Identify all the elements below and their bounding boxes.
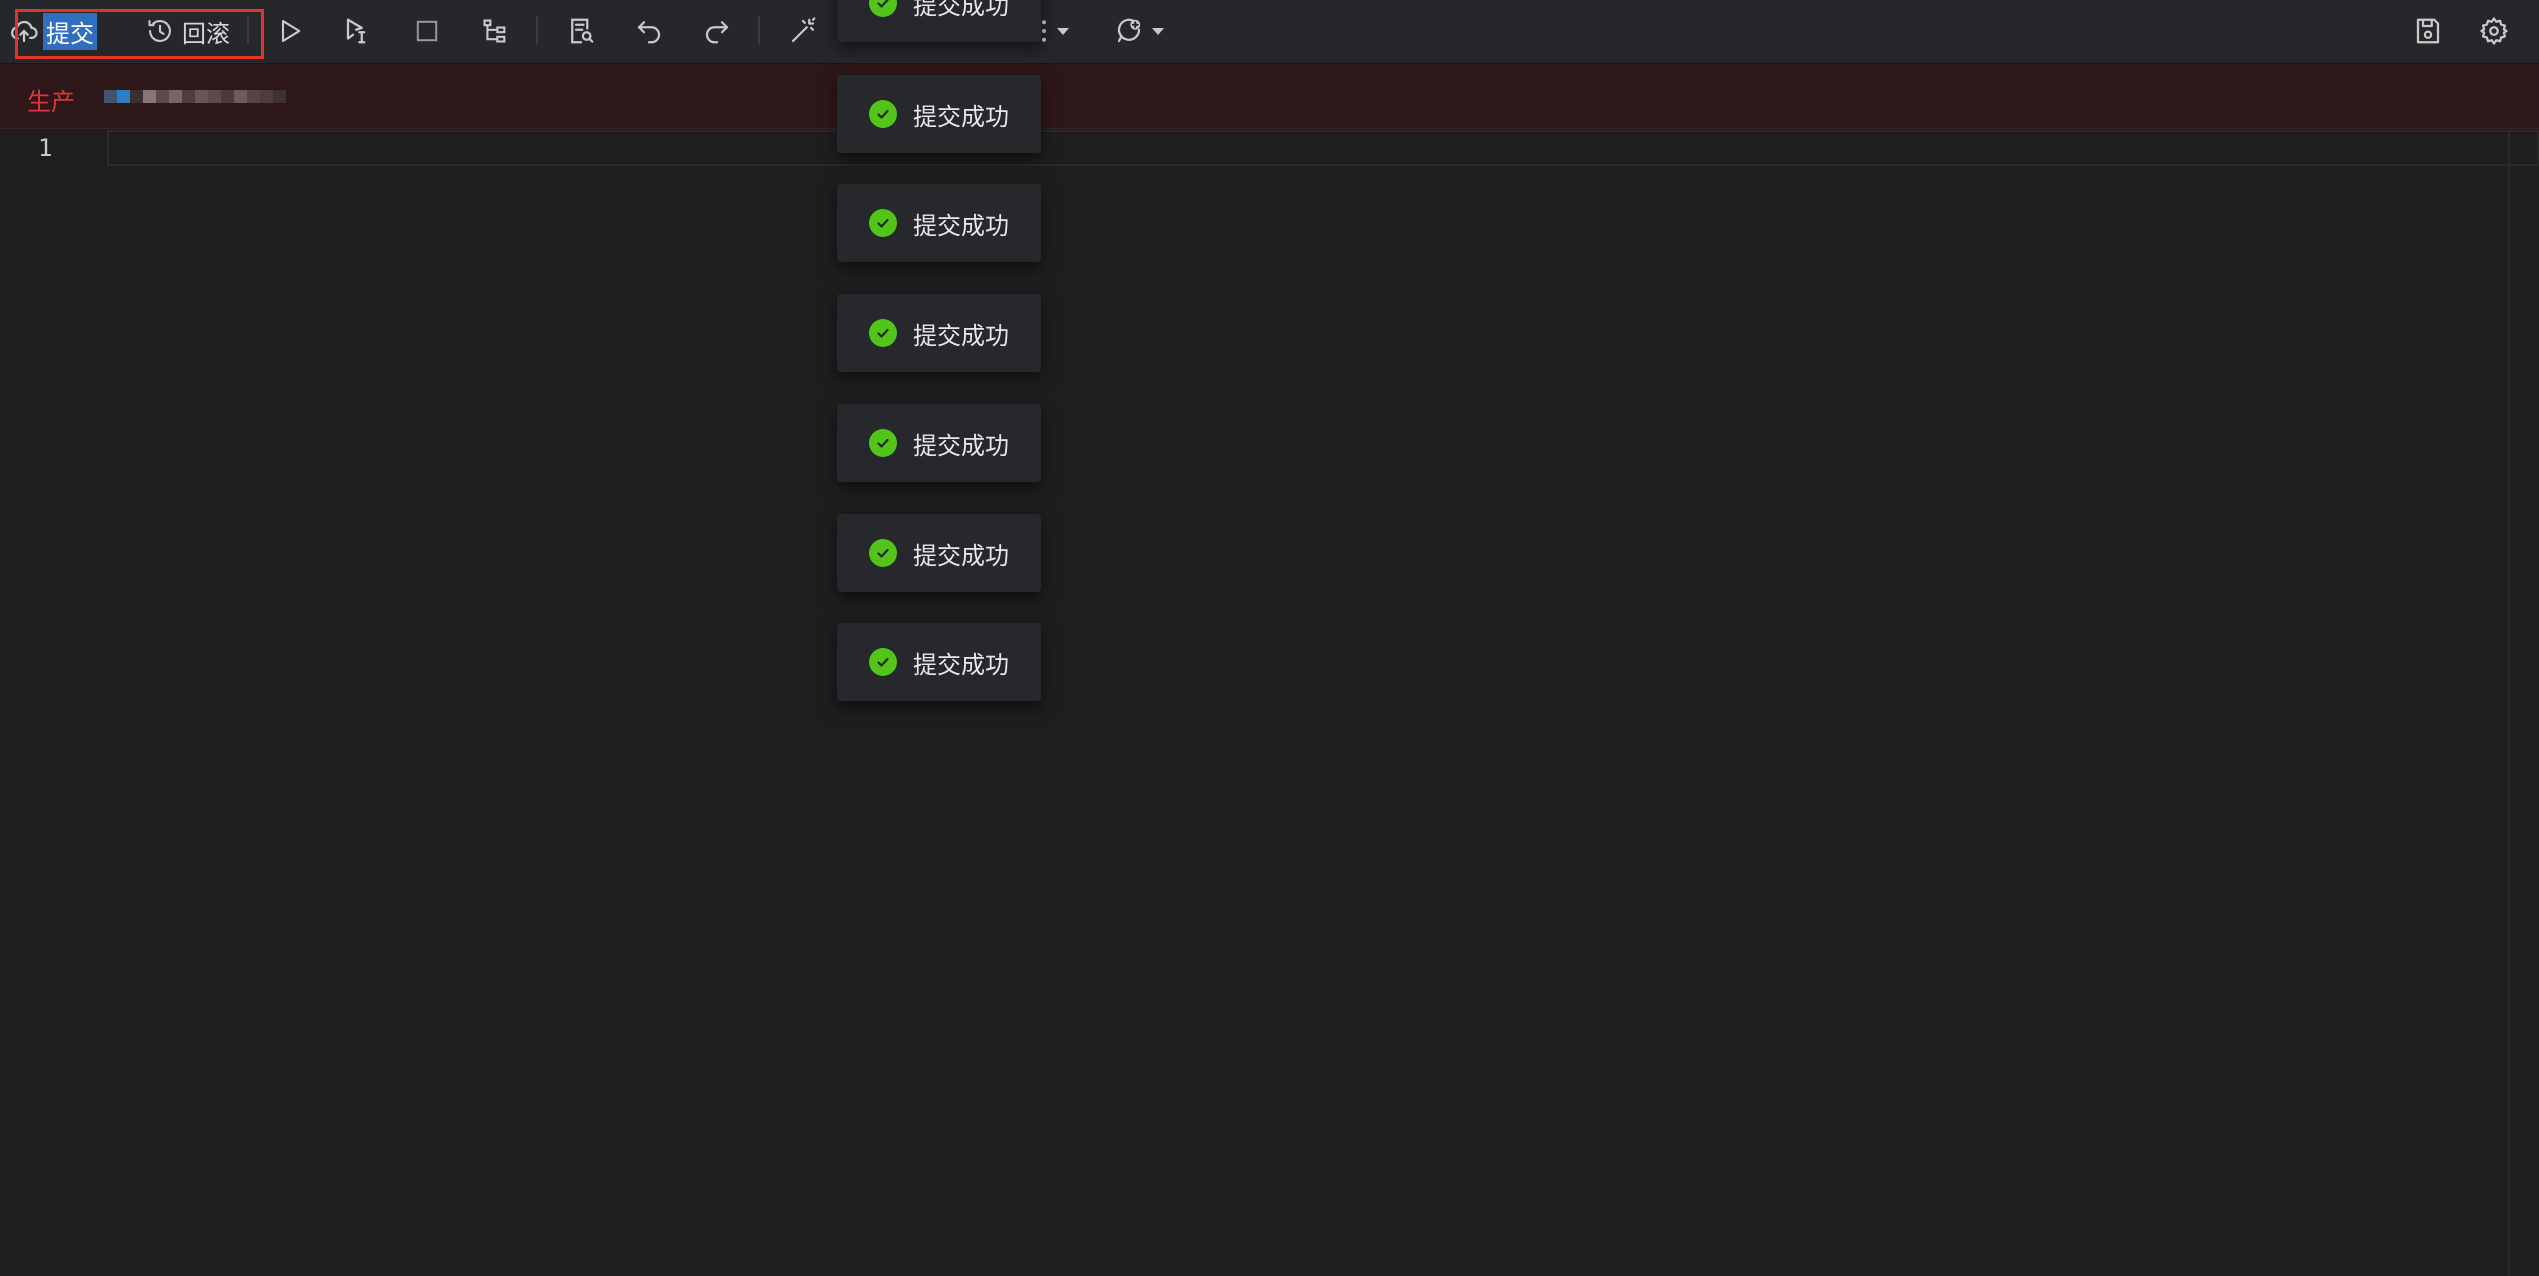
toast-notification: 提交成功 [837,404,1041,482]
redo-icon [702,16,732,46]
check-circle-icon [869,0,897,17]
tree-icon [481,17,509,45]
environment-label: 生产 [27,88,75,116]
toast-message: 提交成功 [913,650,1009,679]
redacted-connection-info [104,90,286,103]
play-icon [276,17,304,45]
stop-button[interactable] [407,6,447,56]
toast-notification: 提交成功 [837,623,1041,701]
toast-message: 提交成功 [913,0,1009,20]
toast-notification: 提交成功 [837,0,1041,42]
check-circle-icon [869,648,897,676]
environment-bar: 生产 [0,64,2539,129]
settings-button[interactable] [2474,6,2514,56]
tree-button[interactable] [475,6,515,56]
cloud-upload-icon [9,16,39,46]
comment-add-icon [1114,16,1144,46]
toolbar-divider [247,16,249,44]
toolbar-divider [536,16,538,44]
line-number: 1 [38,134,53,162]
check-circle-icon [869,100,897,128]
toast-message: 提交成功 [913,541,1009,570]
toast-message: 提交成功 [913,102,1009,131]
stop-icon [414,18,440,44]
magic-wand-icon [788,16,818,46]
run-button[interactable] [270,6,310,56]
toast-message: 提交成功 [913,321,1009,350]
toast-message: 提交成功 [913,431,1009,460]
sql-editor[interactable]: 1 [0,130,2539,1276]
save-button[interactable] [2408,6,2448,56]
undo-icon [634,16,664,46]
undo-button[interactable] [629,6,669,56]
save-icon [2413,16,2443,46]
history-icon [146,17,174,45]
run-selection-button[interactable] [338,6,378,56]
comment-add-dropdown[interactable] [1108,6,1170,56]
format-button[interactable] [783,6,823,56]
submit-button[interactable]: 提交 [2,6,104,56]
toast-notification: 提交成功 [837,184,1041,262]
toast-notification: 提交成功 [837,75,1041,153]
rollback-button[interactable]: 回滚 [128,6,248,56]
toolbar: 提交 回滚 [0,0,2539,64]
toolbar-divider [758,16,760,44]
toast-notification: 提交成功 [837,294,1041,372]
rollback-label: 回滚 [182,19,230,48]
check-circle-icon [869,539,897,567]
toast-message: 提交成功 [913,211,1009,240]
current-line[interactable] [107,130,2539,166]
gear-icon [2479,16,2509,46]
check-circle-icon [869,429,897,457]
check-circle-icon [869,319,897,347]
toast-notification: 提交成功 [837,514,1041,592]
redo-button[interactable] [697,6,737,56]
chevron-down-icon [1057,27,1069,35]
editor-scrollbar[interactable] [2508,130,2510,1276]
explain-button[interactable] [561,6,601,56]
run-selection-icon [343,16,373,46]
chevron-down-icon [1152,27,1164,35]
explain-icon [566,16,596,46]
submit-label: 提交 [43,12,97,50]
check-circle-icon [869,209,897,237]
